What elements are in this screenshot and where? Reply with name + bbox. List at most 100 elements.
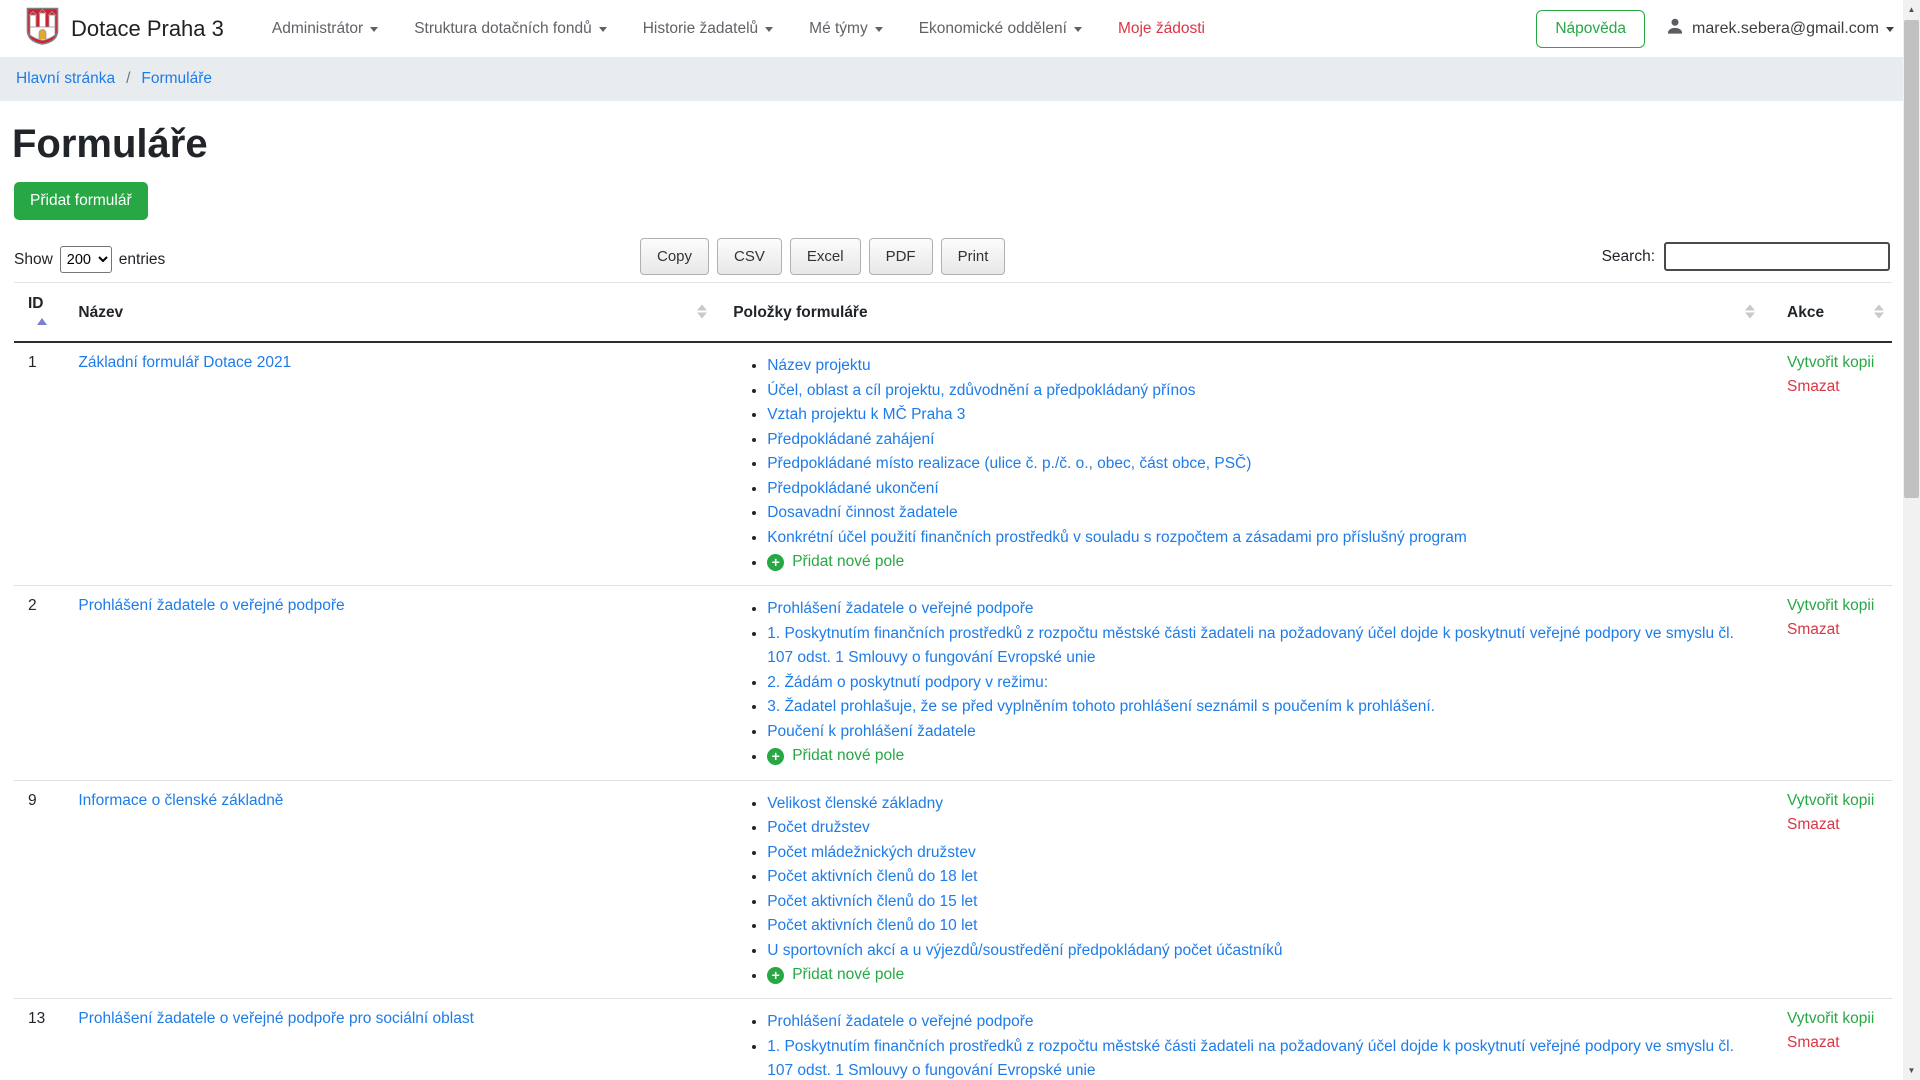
user-menu[interactable]: marek.sebera@gmail.com [1665, 16, 1894, 41]
form-item-link[interactable]: Počet družstev [767, 819, 870, 836]
menu-struktura-fondu[interactable]: Struktura dotačních fondů [414, 20, 607, 38]
menu-administrator[interactable]: Administrátor [272, 20, 378, 38]
form-items-list: Velikost členské základny Počet družstev P… [725, 792, 1753, 989]
form-item-link[interactable]: Počet mládežnických družstev [767, 844, 975, 861]
form-item: Počet aktivních členů do 10 let [767, 914, 1753, 939]
form-item-link[interactable]: Prohlášení žadatele o veřejné podpoře [767, 1013, 1033, 1030]
form-item-link[interactable]: 1. Poskytnutím finančních prostředků z r… [767, 1038, 1734, 1080]
add-form-button[interactable]: Přidat formulář [14, 182, 148, 220]
table-controls: Show 200 entries Copy CSV Excel PDF Prin… [14, 238, 1906, 282]
print-button[interactable]: Print [941, 238, 1006, 275]
csv-button[interactable]: CSV [717, 238, 782, 275]
excel-button[interactable]: Excel [790, 238, 861, 275]
form-item-link[interactable]: Dosavadní činnost žadatele [767, 504, 957, 521]
add-field-link[interactable]: +Přidat nové pole [767, 744, 904, 769]
form-actions-cell: Vytvořit kopii Smazat [1763, 342, 1892, 586]
form-items-list: Prohlášení žadatele o veřejné podpoře 1. … [725, 1010, 1753, 1080]
delete-link[interactable]: Smazat [1787, 1034, 1882, 1052]
user-email: marek.sebera@gmail.com [1692, 20, 1879, 38]
form-item-link[interactable]: 3. Žadatel prohlašuje, že se před vyplně… [767, 698, 1435, 715]
form-item-link[interactable]: Počet aktivních členů do 15 let [767, 893, 977, 910]
form-name-cell: Prohlášení žadatele o veřejné podpoře [64, 586, 715, 780]
header-id[interactable]: ID [14, 283, 64, 343]
scroll-up-arrow-icon[interactable]: ▲ [1903, 1, 1920, 18]
show-label: Show [14, 251, 53, 269]
forms-table-body: 1Základní formulář Dotace 2021Název proj… [14, 342, 1892, 1080]
form-name-link[interactable]: Základní formulář Dotace 2021 [78, 354, 291, 371]
form-item-link[interactable]: Poučení k prohlášení žadatele [767, 723, 976, 740]
form-item: Dosavadní činnost žadatele [767, 501, 1753, 526]
page-title: Formuláře [12, 122, 1906, 167]
main-content: Formuláře Přidat formulář Show 200 entri… [0, 122, 1920, 1080]
form-item-link[interactable]: Velikost členské základny [767, 795, 943, 812]
menu-ekonomicke-oddeleni[interactable]: Ekonomické oddělení [919, 20, 1082, 38]
menu-moje-zadosti[interactable]: Moje žádosti [1118, 20, 1205, 38]
form-item-link[interactable]: Počet aktivních členů do 10 let [767, 917, 977, 934]
form-items-cell: Prohlášení žadatele o veřejné podpoře 1. … [715, 999, 1763, 1080]
header-nazev[interactable]: Název [64, 283, 715, 343]
form-item-link[interactable]: 1. Poskytnutím finančních prostředků z r… [767, 625, 1734, 667]
breadcrumb-separator: / [126, 70, 130, 88]
form-name-link[interactable]: Prohlášení žadatele o veřejné podpoře pr… [78, 1010, 474, 1027]
forms-table: ID Název Položky formuláře Akce 1Základn… [14, 282, 1892, 1080]
copy-button[interactable]: Copy [640, 238, 709, 275]
header-polozky-formulare[interactable]: Položky formuláře [715, 283, 1763, 343]
plus-circle-icon: + [767, 967, 784, 984]
create-copy-link[interactable]: Vytvořit kopii [1787, 792, 1882, 810]
add-field-link[interactable]: +Přidat nové pole [767, 963, 904, 988]
form-item-link[interactable]: Předpokládané zahájení [767, 431, 934, 448]
form-item-link[interactable]: Účel, oblast a cíl projektu, zdůvodnění … [767, 382, 1195, 399]
form-name-link[interactable]: Informace o členské základně [78, 792, 283, 809]
form-item-link[interactable]: Předpokládané místo realizace (ulice č. … [767, 455, 1251, 472]
breadcrumb-current-link[interactable]: Formuláře [141, 70, 212, 88]
create-copy-link[interactable]: Vytvořit kopii [1787, 354, 1882, 372]
main-menu: Administrátor Struktura dotačních fondů … [272, 20, 1205, 38]
form-item-link[interactable]: U sportovních akcí a u výjezdů/soustředě… [767, 942, 1282, 959]
search-input[interactable] [1664, 242, 1890, 271]
form-item-link[interactable]: Vztah projektu k MČ Praha 3 [767, 406, 965, 423]
menu-me-tymy[interactable]: Mé týmy [809, 20, 883, 38]
form-item-link[interactable]: Předpokládané ukončení [767, 480, 939, 497]
form-item: Předpokládané zahájení [767, 428, 1753, 453]
app-title: Dotace Praha 3 [71, 16, 224, 42]
sort-icon [1874, 304, 1884, 318]
form-name-link[interactable]: Prohlášení žadatele o veřejné podpoře [78, 597, 344, 614]
form-item-link[interactable]: Prohlášení žadatele o veřejné podpoře [767, 600, 1033, 617]
form-item-link[interactable]: Počet aktivních členů do 18 let [767, 868, 977, 885]
create-copy-link[interactable]: Vytvořit kopii [1787, 1010, 1882, 1028]
form-item: 3. Žadatel prohlašuje, že se před vyplně… [767, 695, 1753, 720]
pdf-button[interactable]: PDF [869, 238, 933, 275]
form-item: Velikost členské základny [767, 792, 1753, 817]
page-length-select[interactable]: 200 [60, 246, 112, 273]
scrollbar-thumb[interactable] [1904, 20, 1919, 498]
vertical-scrollbar[interactable]: ▲ ▼ [1903, 0, 1920, 1080]
delete-link[interactable]: Smazat [1787, 621, 1882, 639]
form-id-cell: 13 [14, 999, 64, 1080]
scroll-down-arrow-icon[interactable]: ▼ [1903, 1062, 1920, 1079]
header-akce[interactable]: Akce [1763, 283, 1892, 343]
chevron-down-icon [1074, 27, 1082, 32]
form-item: Předpokládané ukončení [767, 477, 1753, 502]
brand[interactable]: Dotace Praha 3 [26, 7, 224, 50]
breadcrumb-home-link[interactable]: Hlavní stránka [16, 70, 115, 88]
form-item-link[interactable]: 2. Žádám o poskytnutí podpory v režimu: [767, 674, 1048, 691]
delete-link[interactable]: Smazat [1787, 816, 1882, 834]
form-id-cell: 2 [14, 586, 64, 780]
form-row: 13 Prohlášení žadatele o veřejné podpoře … [14, 999, 1892, 1080]
form-name-cell: Základní formulář Dotace 2021 [64, 342, 715, 586]
create-copy-link[interactable]: Vytvořit kopii [1787, 597, 1882, 615]
form-item: Prohlášení žadatele o veřejné podpoře [767, 597, 1753, 622]
form-row: 9Informace o členské základněVelikost čl… [14, 780, 1892, 999]
form-item: Předpokládané místo realizace (ulice č. … [767, 452, 1753, 477]
form-item: Počet aktivních členů do 18 let [767, 865, 1753, 890]
form-item-link[interactable]: Název projektu [767, 357, 870, 374]
menu-historie-zadatelu[interactable]: Historie žadatelů [643, 20, 773, 38]
add-field-item: +Přidat nové pole [767, 744, 1753, 769]
form-items-cell: Prohlášení žadatele o veřejné podpoře 1. … [715, 586, 1763, 780]
add-field-link[interactable]: +Přidat nové pole [767, 550, 904, 575]
delete-link[interactable]: Smazat [1787, 378, 1882, 396]
help-button[interactable]: Nápověda [1536, 10, 1645, 48]
add-field-item: +Přidat nové pole [767, 550, 1753, 575]
person-icon [1665, 16, 1685, 41]
form-item-link[interactable]: Konkrétní účel použití finančních prostř… [767, 529, 1467, 546]
